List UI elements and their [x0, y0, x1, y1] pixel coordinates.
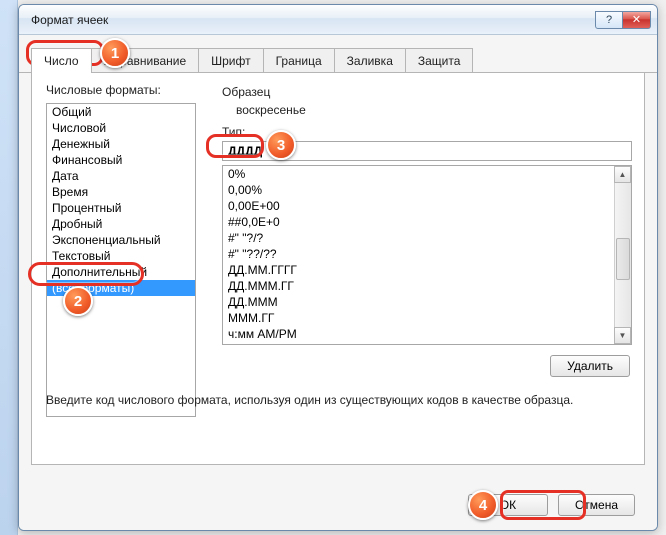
- category-item[interactable]: Время: [47, 184, 195, 200]
- instruction-text: Введите код числового формата, используя…: [46, 393, 630, 407]
- sample-label: Образец: [222, 85, 270, 99]
- category-item[interactable]: Дополнительный: [47, 264, 195, 280]
- window-title: Формат ячеек: [31, 13, 595, 27]
- help-button[interactable]: ?: [595, 11, 623, 29]
- format-codes-listbox[interactable]: 0%0,00%0,00E+00##0,0E+0#" "?/?#" "??/??Д…: [222, 165, 632, 345]
- titlebar[interactable]: Формат ячеек ? ✕: [19, 5, 657, 35]
- tab-panel-number: Числовые форматы: ОбщийЧисловойДенежныйФ…: [31, 73, 645, 465]
- client-area: Число Выравнивание Шрифт Граница Заливка…: [19, 35, 657, 530]
- tab-alignment[interactable]: Выравнивание: [91, 48, 200, 72]
- category-item[interactable]: Текстовый: [47, 248, 195, 264]
- category-item[interactable]: Дробный: [47, 216, 195, 232]
- cancel-button[interactable]: Отмена: [558, 494, 635, 516]
- format-code-item[interactable]: ##0,0E+0: [223, 214, 631, 230]
- scroll-down-icon[interactable]: ▼: [614, 327, 631, 344]
- category-item[interactable]: Экспоненциальный: [47, 232, 195, 248]
- window-buttons: ? ✕: [595, 11, 651, 29]
- tab-fill[interactable]: Заливка: [334, 48, 406, 72]
- format-code-item[interactable]: МММ.ГГ: [223, 310, 631, 326]
- category-listbox[interactable]: ОбщийЧисловойДенежныйФинансовыйДатаВремя…: [46, 103, 196, 417]
- format-code-item[interactable]: ДД.ММ.ГГГГ: [223, 262, 631, 278]
- delete-button[interactable]: Удалить: [550, 355, 630, 377]
- tab-font[interactable]: Шрифт: [198, 48, 263, 72]
- format-code-item[interactable]: ДД.МММ.ГГ: [223, 278, 631, 294]
- category-item[interactable]: Дата: [47, 168, 195, 184]
- dialog-window: Формат ячеек ? ✕ Число Выравнивание Шриф…: [18, 4, 658, 531]
- tabstrip: Число Выравнивание Шрифт Граница Заливка…: [19, 45, 657, 73]
- scrollbar[interactable]: ▲ ▼: [614, 166, 631, 344]
- category-item[interactable]: Общий: [47, 104, 195, 120]
- ok-button[interactable]: ОК: [468, 494, 548, 516]
- tab-number[interactable]: Число: [31, 48, 92, 73]
- category-item[interactable]: Числовой: [47, 120, 195, 136]
- desktop-strip: [0, 0, 18, 535]
- type-input[interactable]: [222, 141, 632, 161]
- format-code-item[interactable]: #" "??/??: [223, 246, 631, 262]
- tab-border[interactable]: Граница: [263, 48, 335, 72]
- format-code-item[interactable]: #" "?/?: [223, 230, 631, 246]
- format-code-item[interactable]: ДД.МММ: [223, 294, 631, 310]
- category-item[interactable]: Процентный: [47, 200, 195, 216]
- category-item[interactable]: (все форматы): [47, 280, 195, 296]
- dialog-buttons: ОК Отмена: [468, 494, 635, 516]
- category-item[interactable]: Денежный: [47, 136, 195, 152]
- close-button[interactable]: ✕: [623, 11, 651, 29]
- categories-label: Числовые форматы:: [46, 83, 630, 97]
- tab-protection[interactable]: Защита: [405, 48, 474, 72]
- scroll-up-icon[interactable]: ▲: [614, 166, 631, 183]
- format-code-item[interactable]: 0,00%: [223, 182, 631, 198]
- sample-value: воскресенье: [236, 103, 306, 117]
- format-code-item[interactable]: 0,00E+00: [223, 198, 631, 214]
- format-code-item[interactable]: 0%: [223, 166, 631, 182]
- format-code-item[interactable]: ч:мм AM/PM: [223, 326, 631, 342]
- category-item[interactable]: Финансовый: [47, 152, 195, 168]
- scroll-thumb[interactable]: [616, 238, 630, 280]
- type-label: Тип:: [222, 125, 245, 139]
